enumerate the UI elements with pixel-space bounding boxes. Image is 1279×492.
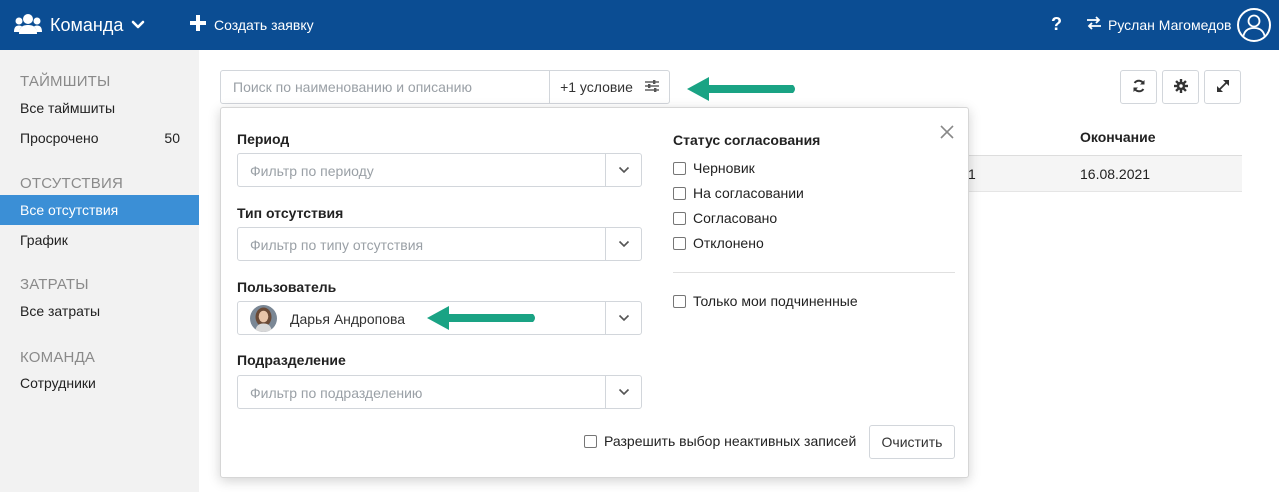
sidebar-item-label: Все затраты xyxy=(20,303,101,319)
status-divider xyxy=(673,272,955,273)
status-option-approved[interactable]: Согласовано xyxy=(673,210,777,226)
status-option-label: На согласовании xyxy=(693,185,804,201)
sliders-icon xyxy=(644,79,659,95)
sidebar-item-overdue[interactable]: Просрочено 50 xyxy=(0,123,199,153)
close-button[interactable] xyxy=(937,122,957,142)
sidebar-item-all-timesheets[interactable]: Все таймшиты xyxy=(0,93,199,123)
search-bar: +1 условие xyxy=(220,70,670,104)
team-icon xyxy=(14,13,42,38)
sidebar-item-employees[interactable]: Сотрудники xyxy=(0,368,199,398)
checkbox[interactable] xyxy=(673,211,686,225)
checkbox[interactable] xyxy=(584,434,597,448)
create-request-label: Создать заявку xyxy=(214,16,314,33)
status-option-pending[interactable]: На согласовании xyxy=(673,185,804,201)
filter-popup: Период Фильтр по периоду Тип отсутствия … xyxy=(220,107,969,478)
user-avatar[interactable] xyxy=(1237,8,1271,42)
approval-status-title: Статус согласования xyxy=(673,132,821,148)
table-cell-cut: 1 xyxy=(968,166,976,182)
sidebar-item-all-expenses[interactable]: Все затраты xyxy=(0,296,199,326)
fullscreen-button[interactable] xyxy=(1204,70,1241,104)
checkbox[interactable] xyxy=(673,161,686,175)
table-row[interactable]: 1 16.08.2021 xyxy=(968,156,1242,192)
department-placeholder: Фильтр по подразделению xyxy=(250,385,423,401)
close-icon xyxy=(937,125,957,145)
only-subordinates-option[interactable]: Только мои подчиненные xyxy=(673,293,858,309)
checkbox[interactable] xyxy=(673,236,686,250)
team-menu[interactable]: Команда xyxy=(14,13,145,37)
sidebar-item-all-absences[interactable]: Все отсутствия xyxy=(0,195,199,225)
refresh-icon xyxy=(1132,79,1146,96)
sidebar-item-label: График xyxy=(20,232,68,248)
refresh-button[interactable] xyxy=(1120,70,1157,104)
section-timesheets: ТАЙМШИТЫ xyxy=(20,73,111,90)
absence-type-select[interactable]: Фильтр по типу отсутствия xyxy=(237,227,642,261)
section-team: КОМАНДА xyxy=(20,349,96,366)
team-title: Команда xyxy=(50,14,124,35)
clear-button[interactable]: Очистить xyxy=(869,425,955,459)
sidebar: ТАЙМШИТЫ Все таймшиты Просрочено 50 ОТСУ… xyxy=(0,50,199,492)
filter-conditions-button[interactable]: +1 условие xyxy=(550,71,669,103)
allow-inactive-label: Разрешить выбор неактивных записей xyxy=(604,433,857,449)
allow-inactive-option[interactable]: Разрешить выбор неактивных записей xyxy=(584,433,856,449)
status-option-draft[interactable]: Черновик xyxy=(673,160,755,176)
sidebar-item-label: Все таймшиты xyxy=(20,100,116,116)
status-option-label: Черновик xyxy=(693,160,755,176)
sidebar-item-label: Все отсутствия xyxy=(20,202,119,218)
sidebar-item-schedule[interactable]: График xyxy=(0,225,199,255)
checkbox[interactable] xyxy=(673,186,686,200)
section-expenses: ЗАТРАТЫ xyxy=(20,276,89,293)
chevron-down-icon xyxy=(131,17,145,33)
overdue-count: 50 xyxy=(164,130,180,146)
help-button[interactable]: ? xyxy=(1051,14,1062,35)
plus-icon xyxy=(190,15,206,34)
settings-button[interactable] xyxy=(1162,70,1199,104)
chevron-down-icon xyxy=(605,376,641,408)
status-option-rejected[interactable]: Отклонено xyxy=(673,235,764,251)
chevron-down-icon xyxy=(605,302,641,334)
absence-type-label: Тип отсутствия xyxy=(237,205,344,221)
annotation-arrow-icon xyxy=(687,77,795,101)
status-option-label: Согласовано xyxy=(693,210,778,226)
chevron-down-icon xyxy=(605,154,641,186)
create-request-button[interactable]: Создать заявку xyxy=(190,15,314,34)
user-label: Пользователь xyxy=(237,279,337,295)
avatar xyxy=(250,305,277,332)
period-placeholder: Фильтр по периоду xyxy=(250,163,374,179)
filter-conditions-label: +1 условие xyxy=(560,79,633,95)
department-select[interactable]: Фильтр по подразделению xyxy=(237,375,642,409)
user-value: Дарья Андропова xyxy=(290,311,406,327)
swap-icon xyxy=(1086,16,1102,33)
gear-icon xyxy=(1173,78,1188,96)
department-label: Подразделение xyxy=(237,352,346,368)
search-input[interactable] xyxy=(221,71,550,103)
annotation-arrow-icon xyxy=(427,306,535,330)
section-absences: ОТСУТСТВИЯ xyxy=(20,175,123,192)
top-bar: Команда Создать заявку ? Руслан Магомедо… xyxy=(0,0,1279,50)
absence-type-placeholder: Фильтр по типу отсутствия xyxy=(250,237,424,253)
sidebar-item-label: Просрочено xyxy=(20,130,99,146)
period-label: Период xyxy=(237,131,290,147)
column-header-end[interactable]: Окончание xyxy=(1080,129,1155,145)
expand-icon xyxy=(1216,79,1230,96)
checkbox[interactable] xyxy=(673,294,686,308)
status-option-label: Отклонено xyxy=(693,235,764,251)
sidebar-item-label: Сотрудники xyxy=(20,375,96,391)
switch-user-button[interactable]: Руслан Магомедов xyxy=(1086,16,1231,33)
only-subordinates-label: Только мои подчиненные xyxy=(693,293,858,309)
table-cell-end: 16.08.2021 xyxy=(1080,166,1151,182)
user-name: Руслан Магомедов xyxy=(1108,16,1232,33)
chevron-down-icon xyxy=(605,228,641,260)
period-select[interactable]: Фильтр по периоду xyxy=(237,153,642,187)
